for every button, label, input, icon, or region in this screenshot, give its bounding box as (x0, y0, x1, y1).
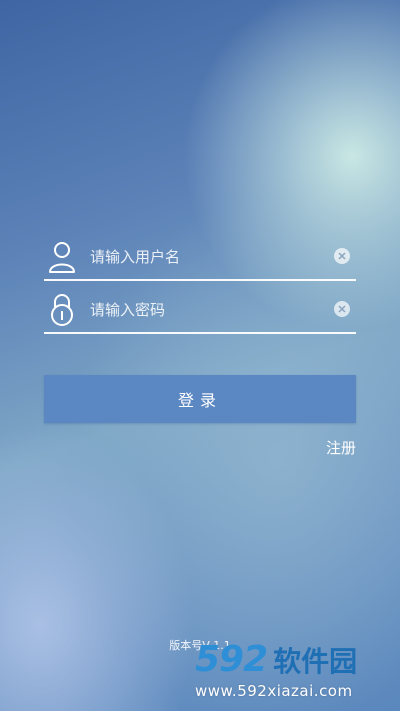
username-input[interactable] (90, 243, 320, 271)
login-button[interactable]: 登录 (44, 375, 356, 423)
register-link[interactable]: 注册 (326, 437, 356, 458)
watermark-logo: 592 软件园 www.592xiazai.com (195, 640, 390, 706)
password-input[interactable] (90, 296, 320, 324)
watermark-url: www.592xiazai.com (195, 682, 353, 700)
clear-icon[interactable] (334, 248, 350, 264)
user-icon (48, 240, 76, 274)
lock-icon (48, 293, 76, 327)
username-field[interactable] (44, 237, 356, 281)
clear-icon[interactable] (334, 301, 350, 317)
password-field[interactable] (44, 290, 356, 334)
watermark-number: 592 (195, 639, 268, 680)
watermark-name: 软件园 (273, 645, 358, 678)
